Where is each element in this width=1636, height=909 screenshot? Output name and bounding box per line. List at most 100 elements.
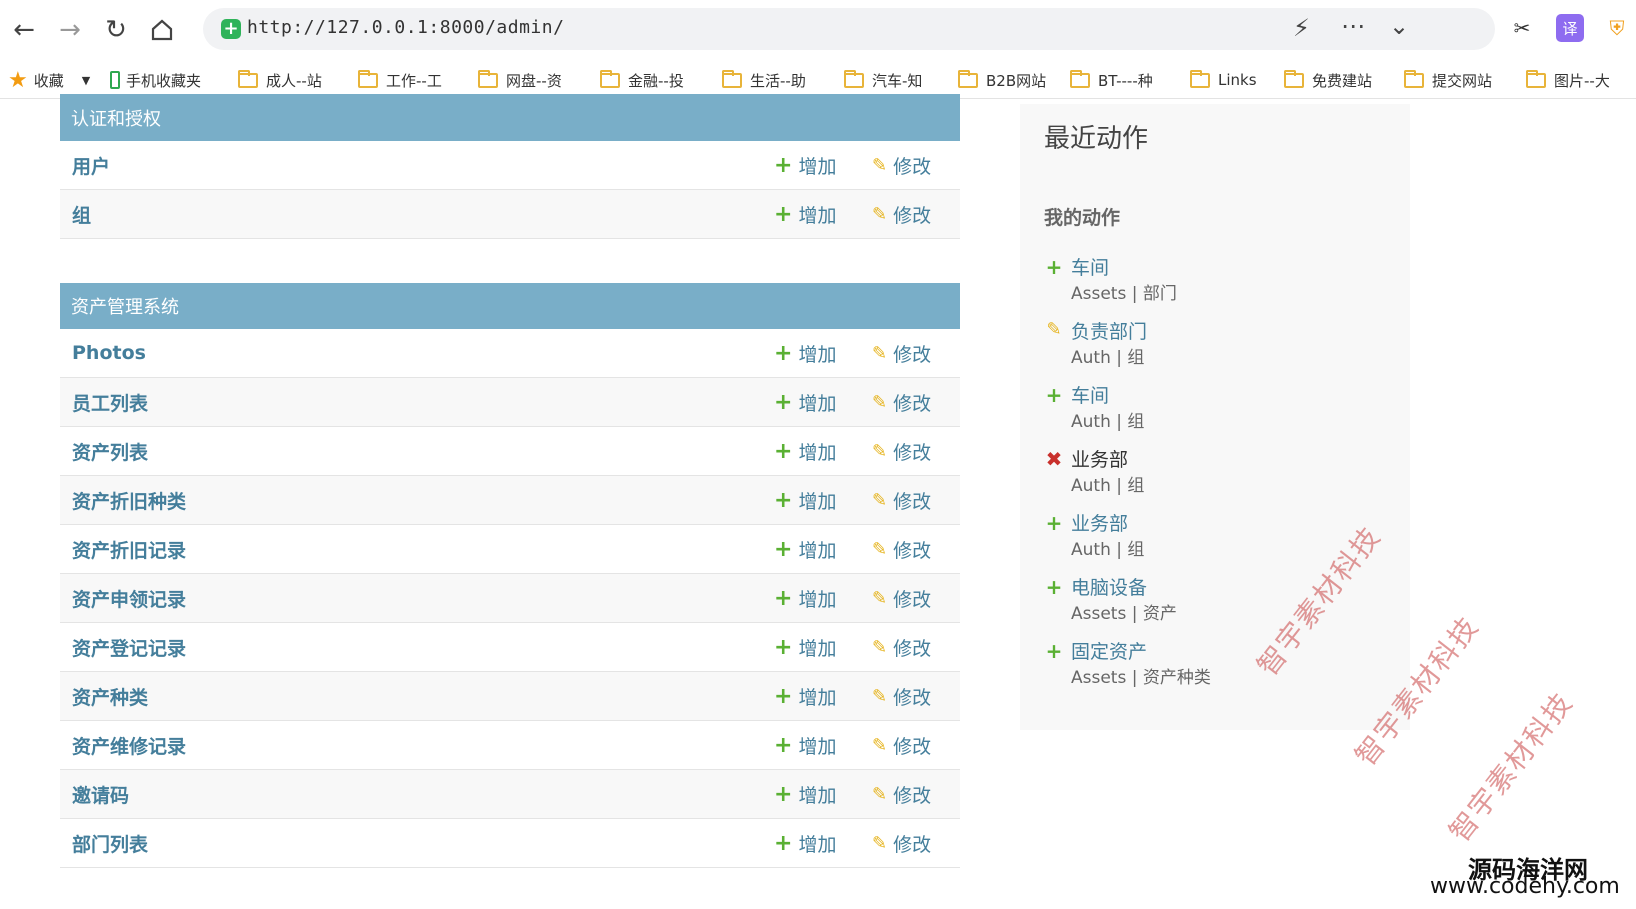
pencil-icon: ✎ bbox=[1046, 319, 1062, 340]
change-link[interactable]: ✎ 修改 bbox=[872, 732, 931, 759]
change-link[interactable]: ✎ 修改 bbox=[872, 152, 931, 179]
add-link[interactable]: + 增加 bbox=[774, 438, 836, 465]
add-link[interactable]: + 增加 bbox=[774, 781, 836, 808]
model-link[interactable]: 邀请码 bbox=[72, 781, 129, 808]
table-row: 资产折旧记录 + 增加 ✎ 修改 bbox=[60, 525, 960, 574]
add-icon: + bbox=[1045, 255, 1063, 279]
action-link[interactable]: 负责部门 bbox=[1071, 317, 1147, 344]
model-link[interactable]: Photos bbox=[72, 342, 146, 364]
bookmark-item[interactable]: 提交网站 bbox=[1404, 68, 1492, 92]
bookmark-item[interactable]: 工作--工 bbox=[358, 68, 442, 92]
add-link[interactable]: + 增加 bbox=[774, 340, 836, 367]
model-link[interactable]: 资产申领记录 bbox=[72, 585, 186, 612]
model-link[interactable]: 资产折旧记录 bbox=[72, 536, 186, 563]
browser-toolbar: ← → ↻ + http://127.0.0.1:8000/admin/ ⚡ ⋯… bbox=[0, 0, 1636, 60]
table-row: 邀请码 + 增加 ✎ 修改 bbox=[60, 770, 960, 819]
plus-icon: + bbox=[774, 732, 793, 758]
url-text[interactable]: http://127.0.0.1:8000/admin/ bbox=[247, 17, 564, 38]
module-caption-link[interactable]: 资产管理系统 bbox=[71, 293, 179, 319]
add-link[interactable]: + 增加 bbox=[774, 487, 836, 514]
action-meta: Auth | 组 bbox=[1071, 476, 1145, 496]
table-row: Photos + 增加 ✎ 修改 bbox=[60, 329, 960, 378]
change-link[interactable]: ✎ 修改 bbox=[872, 830, 931, 857]
secure-site-icon: + bbox=[221, 19, 241, 39]
translate-icon[interactable]: 译 bbox=[1556, 14, 1584, 42]
change-link[interactable]: ✎ 修改 bbox=[872, 634, 931, 661]
plus-icon: + bbox=[774, 438, 793, 464]
add-link[interactable]: + 增加 bbox=[774, 585, 836, 612]
table-row: 资产申领记录 + 增加 ✎ 修改 bbox=[60, 574, 960, 623]
bookmark-favorites[interactable]: ★ 收藏 ▼ bbox=[8, 68, 90, 93]
folder-icon bbox=[1190, 69, 1210, 88]
reload-icon[interactable]: ↻ bbox=[98, 12, 134, 48]
add-link[interactable]: + 增加 bbox=[774, 536, 836, 563]
bookmark-item[interactable]: Links bbox=[1190, 68, 1257, 92]
my-actions-heading: 我的动作 bbox=[1044, 207, 1121, 229]
add-link[interactable]: + 增加 bbox=[774, 732, 836, 759]
change-link[interactable]: ✎ 修改 bbox=[872, 487, 931, 514]
bookmark-item[interactable]: 生活--助 bbox=[722, 68, 806, 92]
model-link[interactable]: 资产登记记录 bbox=[72, 634, 186, 661]
change-link[interactable]: ✎ 修改 bbox=[872, 340, 931, 367]
chevron-down-icon[interactable]: ⌄ bbox=[1389, 12, 1409, 40]
add-link[interactable]: + 增加 bbox=[774, 389, 836, 416]
action-link[interactable]: 业务部 bbox=[1071, 509, 1128, 536]
module-caption-link[interactable]: 认证和授权 bbox=[71, 105, 161, 131]
folder-icon bbox=[600, 69, 620, 88]
bookmark-item[interactable]: 汽车-知 bbox=[844, 68, 922, 92]
bookmark-item[interactable]: 成人--站 bbox=[238, 68, 322, 92]
plus-icon: + bbox=[774, 781, 793, 807]
bookmark-item[interactable]: 免费建站 bbox=[1284, 68, 1372, 92]
change-link[interactable]: ✎ 修改 bbox=[872, 585, 931, 612]
add-link[interactable]: + 增加 bbox=[774, 201, 836, 228]
add-link[interactable]: + 增加 bbox=[774, 634, 836, 661]
folder-icon bbox=[722, 69, 742, 88]
folder-icon bbox=[478, 69, 498, 88]
pencil-icon: ✎ bbox=[872, 154, 888, 176]
more-icon[interactable]: ⋯ bbox=[1341, 12, 1365, 40]
change-link[interactable]: ✎ 修改 bbox=[872, 201, 931, 228]
action-link[interactable]: 电脑设备 bbox=[1071, 573, 1147, 600]
forward-icon[interactable]: → bbox=[52, 12, 88, 48]
table-row: 资产登记记录 + 增加 ✎ 修改 bbox=[60, 623, 960, 672]
model-link[interactable]: 资产维修记录 bbox=[72, 732, 186, 759]
table-row: 组 + 增加 ✎ 修改 bbox=[60, 190, 960, 239]
model-link[interactable]: 组 bbox=[72, 201, 91, 228]
model-link[interactable]: 员工列表 bbox=[72, 389, 148, 416]
plus-icon: + bbox=[774, 389, 793, 415]
scissors-icon[interactable]: ✂ bbox=[1508, 14, 1536, 42]
model-link[interactable]: 资产种类 bbox=[72, 683, 148, 710]
action-link[interactable]: 车间 bbox=[1071, 253, 1109, 280]
action-link[interactable]: 固定资产 bbox=[1071, 637, 1147, 664]
back-icon[interactable]: ← bbox=[6, 12, 42, 48]
bookmark-item[interactable]: 网盘--资 bbox=[478, 68, 562, 92]
model-link[interactable]: 资产列表 bbox=[72, 438, 148, 465]
add-link[interactable]: + 增加 bbox=[774, 152, 836, 179]
model-link[interactable]: 用户 bbox=[72, 152, 110, 179]
model-link[interactable]: 部门列表 bbox=[72, 830, 148, 857]
change-link[interactable]: ✎ 修改 bbox=[872, 781, 931, 808]
bookmark-item[interactable]: 手机收藏夹 bbox=[110, 68, 201, 92]
shield-icon[interactable]: ⛨ bbox=[1603, 14, 1631, 42]
bookmark-item[interactable]: 金融--投 bbox=[600, 68, 684, 92]
change-link[interactable]: ✎ 修改 bbox=[872, 438, 931, 465]
address-bar[interactable]: + http://127.0.0.1:8000/admin/ ⚡ ⋯ ⌄ bbox=[203, 8, 1495, 50]
add-link[interactable]: + 增加 bbox=[774, 683, 836, 710]
bookmark-item[interactable]: BT----种 bbox=[1070, 68, 1153, 92]
add-link[interactable]: + 增加 bbox=[774, 830, 836, 857]
add-icon: + bbox=[1045, 639, 1063, 663]
action-meta: Auth | 组 bbox=[1071, 412, 1145, 432]
change-link[interactable]: ✎ 修改 bbox=[872, 389, 931, 416]
home-icon[interactable] bbox=[144, 12, 180, 48]
module-auth: 认证和授权 用户 + 增加 ✎ 修改 组 + 增加 ✎ 修改 bbox=[60, 94, 960, 239]
action-link[interactable]: 车间 bbox=[1071, 381, 1109, 408]
caret-down-icon[interactable]: ▼ bbox=[82, 74, 90, 87]
change-link[interactable]: ✎ 修改 bbox=[872, 536, 931, 563]
model-link[interactable]: 资产折旧种类 bbox=[72, 487, 186, 514]
bookmark-item[interactable]: B2B网站 bbox=[958, 68, 1046, 92]
bookmark-item[interactable]: 图片--大 bbox=[1526, 68, 1610, 92]
table-row: 资产种类 + 增加 ✎ 修改 bbox=[60, 672, 960, 721]
table-row: 部门列表 + 增加 ✎ 修改 bbox=[60, 819, 960, 868]
lightning-icon[interactable]: ⚡ bbox=[1293, 14, 1310, 42]
change-link[interactable]: ✎ 修改 bbox=[872, 683, 931, 710]
